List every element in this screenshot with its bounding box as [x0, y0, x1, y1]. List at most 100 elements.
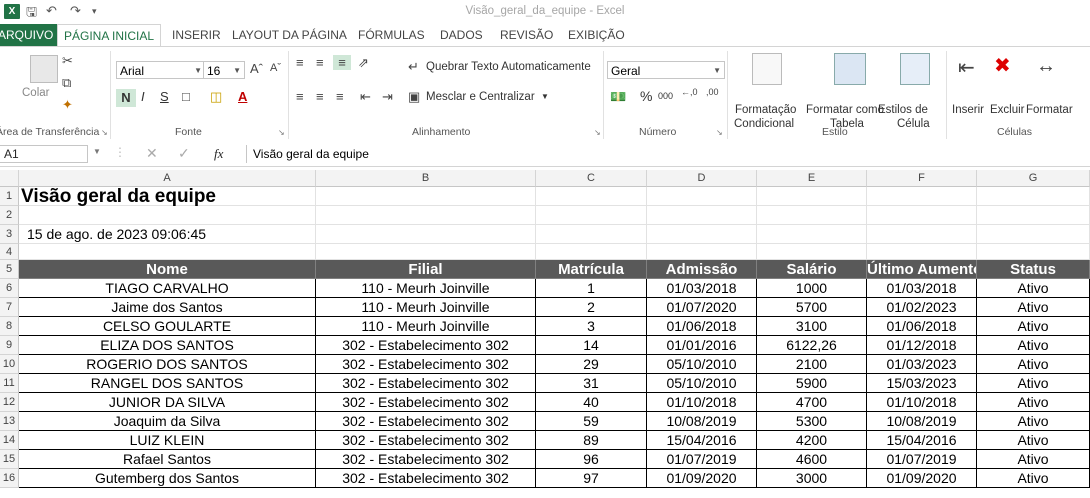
alignment-launcher-icon[interactable]: ↘	[594, 128, 601, 137]
table-cell[interactable]: 5700	[757, 298, 867, 317]
table-cell[interactable]: 302 - Estabelecimento 302	[316, 355, 536, 374]
table-cell[interactable]: 01/03/2023	[867, 355, 977, 374]
row-header[interactable]: 12	[0, 393, 19, 412]
thousands-button[interactable]: 000	[658, 91, 673, 101]
table-cell[interactable]: Ativo	[977, 412, 1090, 431]
table-cell[interactable]: TIAGO CARVALHO	[19, 279, 316, 298]
grid-cell[interactable]	[316, 206, 536, 225]
row-header[interactable]: 2	[0, 206, 19, 225]
table-cell[interactable]: Ativo	[977, 279, 1090, 298]
table-cell[interactable]: 5300	[757, 412, 867, 431]
table-cell[interactable]: Ativo	[977, 374, 1090, 393]
tab-pagina-inicial[interactable]: PÁGINA INICIAL	[57, 24, 162, 47]
align-top-icon[interactable]: ≡	[296, 55, 304, 70]
copy-icon[interactable]: ⧉	[62, 75, 71, 91]
chevron-down-icon[interactable]: ▼	[93, 147, 101, 156]
decrease-indent-icon[interactable]: ⇤	[360, 89, 371, 105]
fill-color-icon[interactable]: ◫	[210, 89, 222, 105]
delete-button[interactable]: Excluir	[990, 104, 1025, 116]
cell-styles-button[interactable]: Estilos de	[878, 104, 928, 116]
number-launcher-icon[interactable]: ↘	[716, 128, 723, 137]
column-header[interactable]: D	[647, 170, 757, 187]
decrease-font-icon[interactable]: Aˇ	[270, 62, 281, 74]
grid-cell[interactable]	[536, 206, 647, 225]
table-cell[interactable]: 89	[536, 431, 647, 450]
tab-revisao[interactable]: REVISÃO	[500, 24, 553, 46]
table-header-cell[interactable]: Nome	[19, 260, 316, 279]
tab-inserir[interactable]: INSERIR	[172, 24, 221, 46]
border-icon[interactable]: □	[182, 89, 190, 104]
row-header[interactable]: 9	[0, 336, 19, 355]
table-cell[interactable]: LUIZ KLEIN	[19, 431, 316, 450]
grid-cell[interactable]	[536, 244, 647, 260]
orientation-icon[interactable]: ⇗	[358, 55, 369, 71]
column-header[interactable]: E	[757, 170, 867, 187]
font-size-select[interactable]: 16 ▼	[203, 61, 245, 79]
table-header-cell[interactable]: Último Aumento	[867, 260, 977, 279]
table-cell[interactable]: 15/03/2023	[867, 374, 977, 393]
table-cell[interactable]: Ativo	[977, 469, 1090, 488]
confirm-icon[interactable]: ✓	[178, 145, 190, 162]
table-cell[interactable]: 15/04/2016	[867, 431, 977, 450]
table-cell[interactable]: 05/10/2010	[647, 355, 757, 374]
sheet-title[interactable]: Visão geral da equipe	[21, 187, 421, 206]
table-cell[interactable]: 97	[536, 469, 647, 488]
table-cell[interactable]: 10/08/2019	[647, 412, 757, 431]
merge-center-button[interactable]: Mesclar e Centralizar	[426, 91, 535, 103]
grid-cell[interactable]	[19, 244, 316, 260]
grid-cell[interactable]	[536, 225, 647, 244]
table-cell[interactable]: 3000	[757, 469, 867, 488]
table-cell[interactable]: RANGEL DOS SANTOS	[19, 374, 316, 393]
tab-arquivo[interactable]: ARQUIVO	[0, 24, 58, 46]
name-box[interactable]: A1	[0, 145, 88, 163]
grid-cell[interactable]	[977, 206, 1090, 225]
number-format-select[interactable]: Geral ▼	[607, 61, 725, 79]
font-color-icon[interactable]: A	[238, 89, 247, 104]
conditional-format-button[interactable]: Formatação	[735, 104, 796, 116]
row-header[interactable]: 3	[0, 225, 19, 244]
column-header[interactable]: F	[867, 170, 977, 187]
table-cell[interactable]: 302 - Estabelecimento 302	[316, 374, 536, 393]
select-all-corner[interactable]	[0, 170, 19, 187]
table-header-cell[interactable]: Filial	[316, 260, 536, 279]
table-cell[interactable]: 59	[536, 412, 647, 431]
wrap-text-button[interactable]: Quebrar Texto Automaticamente	[426, 61, 591, 73]
table-cell[interactable]: 3100	[757, 317, 867, 336]
align-right-icon[interactable]: ≡	[336, 89, 344, 104]
table-cell[interactable]: CELSO GOULARTE	[19, 317, 316, 336]
row-header[interactable]: 7	[0, 298, 19, 317]
table-cell[interactable]: JUNIOR DA SILVA	[19, 393, 316, 412]
grid-cell[interactable]	[977, 225, 1090, 244]
table-cell[interactable]: 01/07/2019	[647, 450, 757, 469]
table-cell[interactable]: Ativo	[977, 393, 1090, 412]
row-header[interactable]: 14	[0, 431, 19, 450]
row-header[interactable]: 8	[0, 317, 19, 336]
grid-cell[interactable]	[977, 244, 1090, 260]
table-cell[interactable]: Ativo	[977, 355, 1090, 374]
grid-cell[interactable]	[757, 187, 867, 206]
table-header-cell[interactable]: Matrícula	[536, 260, 647, 279]
table-cell[interactable]: 01/03/2018	[647, 279, 757, 298]
grid-cell[interactable]	[757, 244, 867, 260]
table-cell[interactable]: 05/10/2010	[647, 374, 757, 393]
format-table-button[interactable]: Formatar como	[806, 104, 884, 116]
italic-button[interactable]: I	[141, 89, 145, 104]
table-header-cell[interactable]: Admissão	[647, 260, 757, 279]
table-cell[interactable]: 2100	[757, 355, 867, 374]
table-cell[interactable]: 29	[536, 355, 647, 374]
tab-formulas[interactable]: FÓRMULAS	[358, 24, 425, 46]
format-button[interactable]: Formatar	[1026, 104, 1073, 116]
align-middle-icon[interactable]: ≡	[316, 55, 324, 70]
table-cell[interactable]: 01/07/2020	[647, 298, 757, 317]
table-cell[interactable]: Joaquim da Silva	[19, 412, 316, 431]
table-cell[interactable]: 31	[536, 374, 647, 393]
table-cell[interactable]: 01/09/2020	[867, 469, 977, 488]
sheet-timestamp[interactable]: 15 de ago. de 2023 09:06:45	[27, 225, 427, 244]
table-cell[interactable]: 110 - Meurh Joinville	[316, 279, 536, 298]
table-cell[interactable]: 4700	[757, 393, 867, 412]
cancel-icon[interactable]: ✕	[146, 145, 158, 162]
row-header[interactable]: 11	[0, 374, 19, 393]
table-cell[interactable]: 01/12/2018	[867, 336, 977, 355]
table-cell[interactable]: Rafael Santos	[19, 450, 316, 469]
table-cell[interactable]: 01/10/2018	[867, 393, 977, 412]
